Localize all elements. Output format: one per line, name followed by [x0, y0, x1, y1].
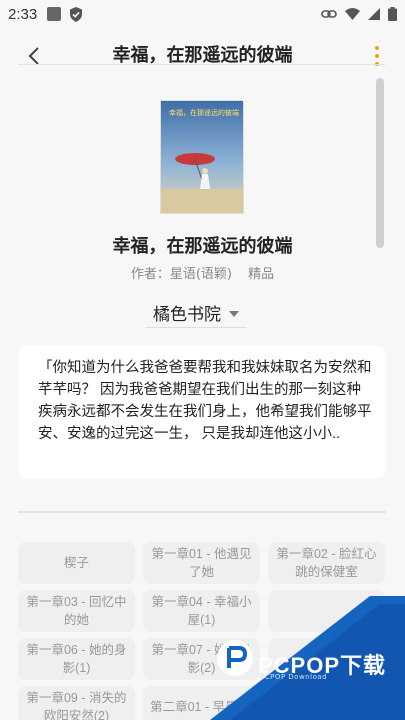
more-dot-icon — [375, 54, 379, 58]
chapter-item[interactable]: 第一章01 - 他遇见了她 — [143, 542, 260, 584]
status-icons — [321, 7, 397, 21]
wifi-icon — [345, 8, 360, 20]
more-options-button[interactable] — [365, 40, 389, 72]
shield-icon — [70, 6, 83, 22]
scrollbar[interactable] — [376, 78, 384, 248]
cover-title-text: 幸福，在那遥远的彼端 — [169, 108, 239, 117]
section-divider — [18, 511, 386, 513]
header-divider — [18, 64, 385, 65]
source-name: 橘色书院 — [153, 305, 221, 324]
book-cover[interactable]: 幸福，在那遥远的彼端 — [160, 100, 244, 214]
chapter-item[interactable]: 第一章03 - 回忆中的她 — [18, 590, 135, 632]
intro-text: 「你知道为什么我爸爸要帮我和我妹妹取名为安然和芊芊吗？ 因为我爸爸期望在我们出生… — [38, 360, 372, 442]
link-icon — [321, 10, 337, 18]
source-select[interactable]: 橘色书院 — [146, 298, 246, 328]
chapter-item[interactable]: 第一章06 - 她的身影(1) — [18, 638, 135, 680]
book-author[interactable]: 作者：星语(语颖) — [131, 267, 232, 282]
back-button[interactable] — [18, 40, 50, 72]
battery-icon — [388, 7, 397, 21]
book-title: 幸福，在那遥远的彼端 — [112, 236, 293, 256]
chapter-item[interactable]: 第一章09 - 消失的欧阳安然(2) — [18, 686, 135, 720]
cover-image: 幸福，在那遥远的彼端 — [161, 101, 243, 213]
back-arrow-icon — [28, 47, 39, 65]
chevron-down-icon — [229, 310, 239, 317]
notification-icon — [47, 7, 62, 21]
watermark-sub: PCPOP Download — [260, 673, 328, 681]
book-tag: 精品 — [248, 267, 275, 282]
chapter-item[interactable]: 第一章02 - 脸红心跳的保健室 — [268, 542, 385, 584]
intro-card[interactable]: 「你知道为什么我爸爸要帮我和我妹妹取名为安然和芊芊吗？ 因为我爸爸期望在我们出生… — [18, 345, 386, 479]
status-bar: 2:33 — [0, 0, 405, 28]
more-dot-icon — [375, 46, 379, 50]
app-bar: 幸福，在那遥远的彼端 — [0, 32, 405, 76]
book-meta: 作者：星语(语颖) 精品 — [0, 263, 405, 282]
signal-icon — [368, 8, 380, 20]
status-time: 2:33 — [8, 5, 38, 23]
chapter-item[interactable]: 楔子 — [18, 542, 135, 584]
